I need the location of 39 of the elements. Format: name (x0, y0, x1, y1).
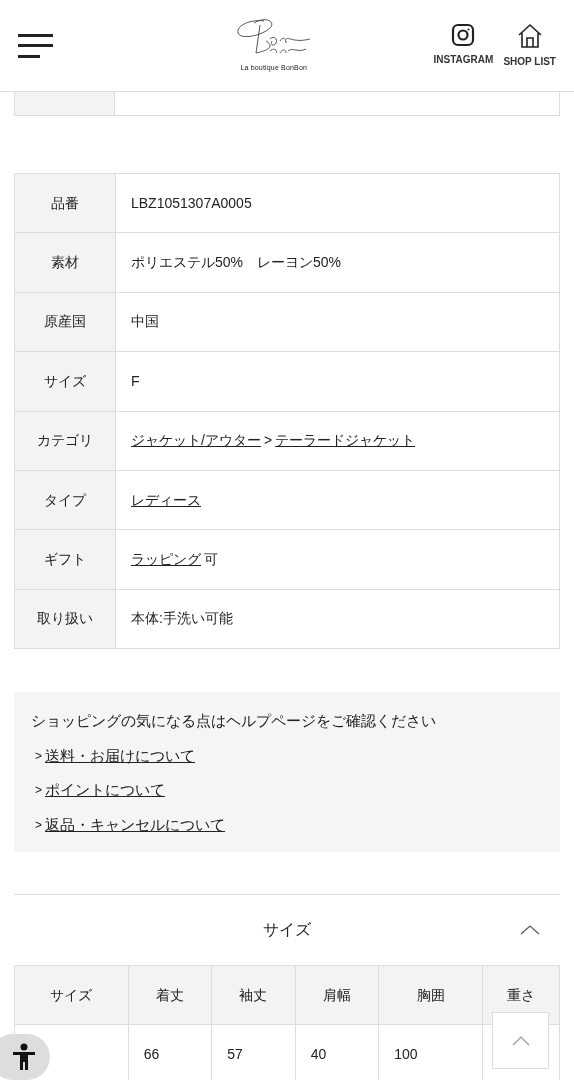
help-link[interactable]: ポイントについて (45, 779, 165, 802)
help-title: ショッピングの気になる点はヘルプページをご確認ください (31, 711, 437, 732)
header-link[interactable]: SHOP LIST (503, 22, 556, 69)
value-text: ポリエステル50% レーヨン50% (131, 254, 342, 271)
value-text: 中国 (131, 313, 159, 330)
category-link[interactable]: レディース (131, 491, 201, 508)
category-link[interactable]: ラッピング (131, 551, 201, 568)
chevron-text: > (35, 816, 42, 834)
size-column-header: 袖丈 (211, 965, 296, 1025)
size-column-header: 着丈 (128, 965, 212, 1025)
house-icon (516, 22, 543, 49)
value-text: LBZ1051307A0005 (131, 194, 252, 211)
size-column-header: サイズ (14, 965, 129, 1025)
value-text: F (131, 372, 140, 389)
category-link[interactable]: テーラードジャケット (275, 432, 416, 449)
category-link[interactable]: ジャケット/アウター (131, 432, 261, 449)
value-text: 可 (204, 551, 218, 568)
help-link[interactable]: 返品・キャンセルについて (45, 813, 225, 837)
accessibility-icon (12, 1043, 36, 1071)
size-accordion-header[interactable]: サイズ (14, 895, 560, 966)
spec-label: タイプ (14, 470, 116, 530)
spec-label: 原産国 (14, 292, 116, 352)
spec-label: 品番 (14, 173, 116, 233)
help-link[interactable]: 送料・お届けについて (45, 744, 195, 768)
spec-label: サイズ (14, 351, 116, 412)
chevron-text: > (35, 747, 42, 765)
accessibility-button[interactable] (0, 1034, 50, 1080)
instagram-icon (451, 22, 476, 47)
spec-label: カテゴリ (14, 411, 116, 471)
value-text: > (263, 432, 273, 449)
spec-label: 素材 (14, 232, 116, 293)
size-column-header: 胸囲 (378, 965, 483, 1025)
value-text: 本体:手洗い可能 (131, 610, 233, 627)
header-link[interactable]: INSTAGRAM (433, 22, 494, 69)
spec-label: 取り扱い (14, 589, 116, 649)
size-column-header: 肩幅 (295, 965, 379, 1025)
spec-label: ギフト (14, 529, 116, 590)
chevron-up-icon (511, 1035, 530, 1046)
chevron-text: > (35, 782, 42, 800)
